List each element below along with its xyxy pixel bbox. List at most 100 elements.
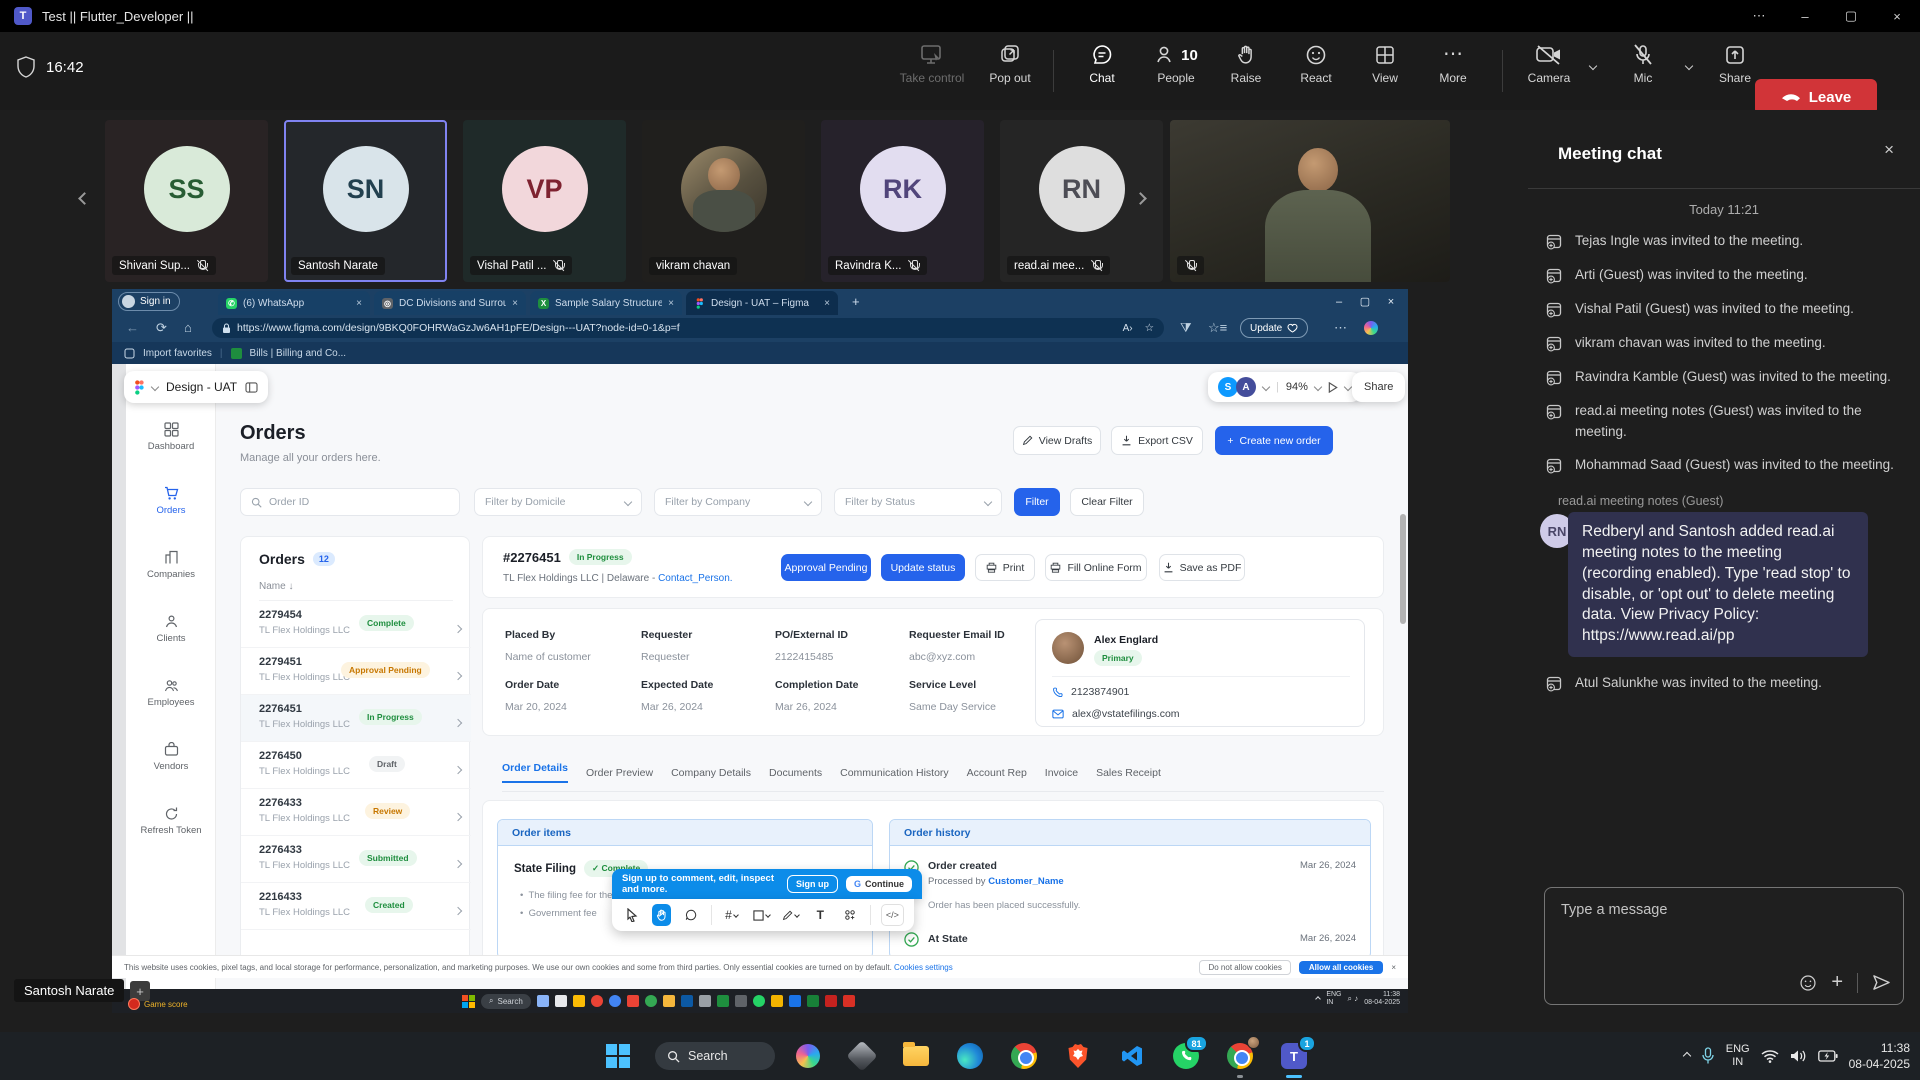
browser-profile-button[interactable]: Sign in	[118, 292, 180, 311]
remote-app-icon[interactable]	[735, 995, 747, 1007]
frame-tool-icon[interactable]: #	[722, 904, 742, 926]
canvas-scrollbar[interactable]	[1400, 514, 1406, 624]
taskbar-chrome-profile[interactable]	[1224, 1040, 1256, 1072]
participant-tile-shivani[interactable]: SS Shivani Sup...	[105, 120, 268, 282]
cookie-close-icon[interactable]: ×	[1391, 963, 1396, 972]
order-row[interactable]: 2276433TL Flex Holdings LLC Submitted	[241, 836, 471, 883]
fill-online-form-button[interactable]: Fill Online Form	[1045, 554, 1147, 581]
remote-app-icon[interactable]	[645, 995, 657, 1007]
remote-app-icon[interactable]	[771, 995, 783, 1007]
people-button[interactable]: 10 People	[1137, 44, 1215, 85]
remote-clock[interactable]: 11:3808-04-2025	[1364, 991, 1400, 1007]
participant-tile-vikram[interactable]: vikram chavan	[642, 120, 805, 282]
browser-tab-figma[interactable]: Design - UAT – Figma×	[686, 291, 838, 315]
figma-file-pill[interactable]: Design - UAT	[124, 371, 268, 403]
language-indicator[interactable]: ENGIN	[1726, 1043, 1750, 1069]
raise-button[interactable]: Raise	[1211, 44, 1281, 85]
remote-app-icon[interactable]	[627, 995, 639, 1007]
order-row[interactable]: 2216433TL Flex Holdings LLC Created	[241, 883, 471, 930]
remote-app-icon[interactable]	[573, 995, 585, 1007]
filmstrip-prev-icon[interactable]	[80, 190, 89, 208]
sidebar-item-clients[interactable]: Clients	[126, 614, 216, 644]
participant-tile-photo[interactable]	[1170, 120, 1450, 282]
battery-icon[interactable]	[1818, 1050, 1838, 1062]
contact-person-link[interactable]: Contact_Person.	[658, 573, 733, 584]
extensions-icon[interactable]: ⧩	[1180, 320, 1192, 336]
participant-tile-ravindra[interactable]: RK Ravindra K...	[821, 120, 984, 282]
browser-close-icon[interactable]: ×	[1378, 289, 1404, 315]
update-status-button[interactable]: Update status	[881, 554, 965, 581]
favorite-star-icon[interactable]: ☆	[1145, 322, 1154, 334]
copilot-icon[interactable]	[1364, 321, 1378, 335]
taskbar-teams[interactable]: T 1	[1278, 1040, 1310, 1072]
remote-app-icon[interactable]	[699, 995, 711, 1007]
new-tab-icon[interactable]: +	[852, 294, 860, 309]
remote-lang-indicator[interactable]: ENGIN	[1326, 991, 1341, 1007]
send-icon[interactable]	[1872, 974, 1891, 991]
google-continue-button[interactable]: GContinue	[846, 876, 912, 892]
tray-mic-icon[interactable]	[1701, 1047, 1715, 1065]
figma-collab-pill[interactable]: S A | 94%	[1208, 372, 1361, 402]
order-row-selected[interactable]: 2276451TL Flex Holdings LLC In Progress	[241, 695, 471, 742]
sidebar-item-employees[interactable]: Employees	[126, 678, 216, 708]
remote-app-icon[interactable]	[789, 995, 801, 1007]
browser-tab-dc-divisions[interactable]: ◎ DC Divisions and Surroundings×	[374, 291, 526, 315]
contact-phone[interactable]: 2123874901	[1071, 686, 1129, 698]
remote-app-icon[interactable]	[717, 995, 729, 1007]
create-new-order-button[interactable]: + Create new order	[1215, 426, 1333, 455]
pen-tool-icon[interactable]	[781, 904, 801, 926]
column-header-name[interactable]: Name ↓	[259, 581, 453, 601]
deny-cookies-button[interactable]: Do not allow cookies	[1199, 960, 1290, 975]
browser-tab-salary-sheet[interactable]: X Sample Salary Structure with calc×	[530, 291, 682, 315]
comment-tool-icon[interactable]	[681, 904, 701, 926]
remote-start-icon[interactable]	[462, 995, 475, 1008]
participant-tile-vishal[interactable]: VP Vishal Patil ...	[463, 120, 626, 282]
taskbar-explorer[interactable]	[900, 1040, 932, 1072]
filter-status-select[interactable]: Filter by Status	[834, 488, 1002, 516]
chat-input[interactable]: Type a message +	[1544, 887, 1904, 1005]
browser-update-button[interactable]: Update	[1240, 318, 1308, 338]
close-icon[interactable]: ×	[1874, 0, 1920, 32]
remote-app-icon[interactable]	[555, 995, 567, 1007]
figma-share-button[interactable]: Share	[1352, 372, 1405, 402]
tab-account-rep[interactable]: Account Rep	[967, 767, 1027, 779]
tab-close-icon[interactable]: ×	[356, 298, 362, 309]
back-icon[interactable]: ←	[126, 320, 139, 335]
chat-close-icon[interactable]: ×	[1884, 140, 1894, 160]
clear-filter-button[interactable]: Clear Filter	[1070, 488, 1144, 516]
text-tool-icon[interactable]: T	[811, 904, 831, 926]
tab-communication-history[interactable]: Communication History	[840, 767, 949, 779]
order-row[interactable]: 2279454TL Flex Holdings LLC Complete	[241, 601, 471, 648]
sidebar-item-refresh-token[interactable]: Refresh Token	[126, 806, 216, 836]
allow-cookies-button[interactable]: Allow all cookies	[1299, 961, 1383, 974]
titlebar-more-icon[interactable]: ⋯	[1736, 0, 1782, 32]
move-tool-icon[interactable]	[622, 904, 642, 926]
taskbar-vscode[interactable]	[1116, 1040, 1148, 1072]
remote-search[interactable]: ⌕ Search	[481, 994, 531, 1009]
sidebar-item-companies[interactable]: Companies	[126, 550, 216, 580]
pop-out-button[interactable]: Pop out	[975, 44, 1045, 85]
remote-app-icon[interactable]	[537, 995, 549, 1007]
cookie-settings-link[interactable]: Cookies settings	[894, 963, 953, 972]
taskbar-app-dark[interactable]	[846, 1040, 878, 1072]
view-button[interactable]: View	[1350, 44, 1420, 85]
tab-close-icon[interactable]: ×	[824, 298, 830, 309]
tab-documents[interactable]: Documents	[769, 767, 822, 779]
taskbar-edge[interactable]	[954, 1040, 986, 1072]
view-drafts-button[interactable]: View Drafts	[1013, 426, 1101, 455]
taskbar-search[interactable]: Search	[655, 1042, 775, 1070]
sidebar-item-orders[interactable]: Orders	[126, 486, 216, 516]
filter-domicile-select[interactable]: Filter by Domicile	[474, 488, 642, 516]
mic-chevron-icon[interactable]	[1686, 56, 1692, 74]
wifi-icon[interactable]	[1761, 1049, 1779, 1063]
bookmark-bills[interactable]: Bills | Billing and Co...	[250, 348, 347, 359]
tab-order-preview[interactable]: Order Preview	[586, 767, 653, 779]
react-button[interactable]: React	[1281, 44, 1351, 85]
maximize-icon[interactable]: ▢	[1828, 0, 1874, 32]
hand-tool-icon[interactable]	[652, 904, 672, 926]
favorites-bar-icon[interactable]: ☆≡	[1208, 320, 1227, 336]
remote-app-icon[interactable]	[663, 995, 675, 1007]
taskbar-brave[interactable]	[1062, 1040, 1094, 1072]
refresh-icon[interactable]: ⟳	[156, 320, 167, 336]
browser-minimize-icon[interactable]: –	[1326, 289, 1352, 315]
